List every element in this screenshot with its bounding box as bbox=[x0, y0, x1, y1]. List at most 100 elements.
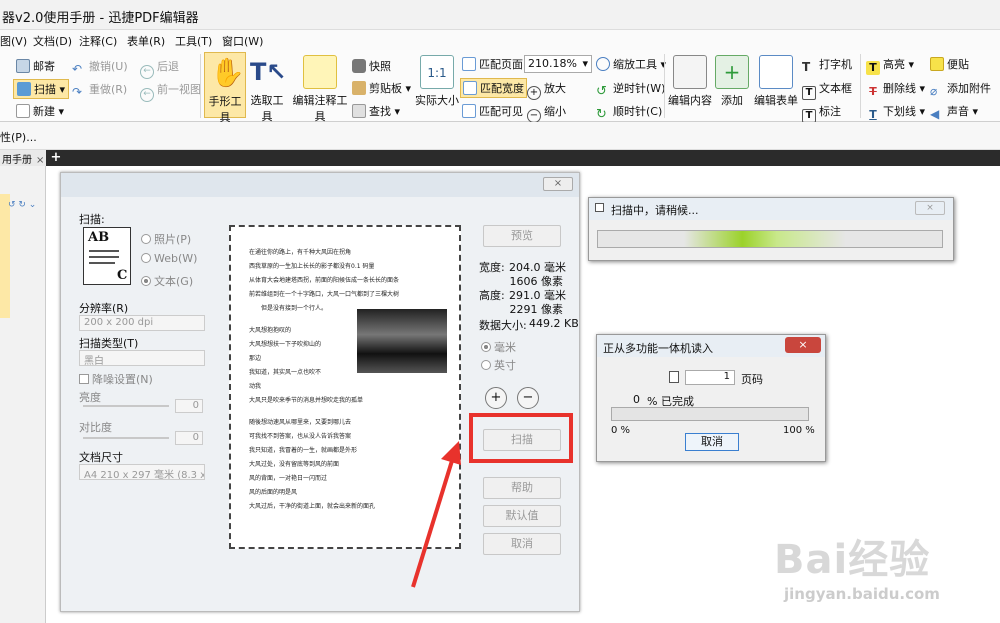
fit-page-icon bbox=[462, 57, 476, 71]
window-title: 器v2.0使用手册 - 迅捷PDF编辑器 bbox=[2, 11, 199, 26]
textbox-button[interactable]: T 文本框 bbox=[802, 80, 852, 100]
scan-button[interactable]: 扫描 bbox=[483, 429, 561, 451]
properties-bar: 性(P)... bbox=[0, 122, 1000, 150]
scan-settings-dialog: × 扫描: AB C 照片(P) Web(W) 文本(G) 分辨率(R) 200… bbox=[60, 172, 580, 612]
close-icon[interactable]: × bbox=[915, 201, 945, 215]
contrast-slider[interactable] bbox=[83, 437, 169, 439]
mode-photo-radio[interactable]: 照片(P) bbox=[141, 231, 191, 247]
edit-form-button[interactable]: 编辑表单 bbox=[752, 55, 800, 108]
watermark-url: jingyan.baidu.com bbox=[784, 585, 940, 603]
edit-content-button[interactable]: 编辑内容 bbox=[668, 55, 712, 108]
unit-mm-radio[interactable]: 毫米 bbox=[481, 339, 516, 355]
resolution-select[interactable]: 200 x 200 dpi bbox=[79, 315, 205, 331]
fit-page-button[interactable]: 匹配页面 bbox=[462, 56, 523, 72]
document-tab[interactable]: 用手册 × bbox=[0, 150, 46, 166]
preview-button[interactable]: 预览 bbox=[483, 225, 561, 247]
rotate-cw-button[interactable]: ↻ 顺时针(C) bbox=[596, 103, 662, 122]
find-button[interactable]: 查找 ▾ bbox=[352, 103, 400, 119]
edit-annotation-tool-button[interactable]: 编辑注释工具 bbox=[288, 55, 352, 124]
zoom-combo[interactable]: 210.18% ▾ bbox=[524, 55, 592, 73]
close-icon[interactable]: × bbox=[785, 337, 821, 353]
unit-inch-radio[interactable]: 英寸 bbox=[481, 357, 516, 373]
brightness-value[interactable]: 0 bbox=[175, 399, 203, 413]
sound-button[interactable]: ◀ 声音 ▾ bbox=[930, 103, 978, 121]
typewriter-button[interactable]: T 打字机 bbox=[802, 56, 852, 74]
page-thumbnail[interactable] bbox=[0, 194, 10, 318]
menu-window[interactable]: 窗口(W) bbox=[222, 33, 263, 49]
cancel-button[interactable]: 取消 bbox=[483, 533, 561, 555]
prev-view-icon: ← bbox=[140, 88, 154, 102]
mail-button[interactable]: 邮寄 bbox=[16, 58, 55, 74]
window-title-bar: 扫描中，请稍候... × bbox=[589, 198, 953, 220]
select-tool-button[interactable]: T↖ 选取工具 bbox=[246, 55, 288, 124]
mail-icon bbox=[16, 59, 30, 73]
rotate-ccw-button[interactable]: ↺ 逆时针(W) bbox=[596, 80, 665, 99]
height-px: 2291 像素 bbox=[509, 303, 564, 316]
menu-annotation[interactable]: 注释(C) bbox=[79, 33, 117, 49]
contrast-value[interactable]: 0 bbox=[175, 431, 203, 445]
strikeout-button[interactable]: T 删除线 ▾ bbox=[866, 80, 925, 99]
scan-type-select[interactable]: 黑白 bbox=[79, 350, 205, 366]
hand-tool-button[interactable]: ✋ 手形工具 bbox=[204, 52, 246, 124]
preview-line: 从体育大会地建塔西拐，前面的阳候伍成一条长长的面条 bbox=[249, 277, 400, 284]
zoom-out-button[interactable]: − 缩小 bbox=[527, 103, 566, 123]
actual-size-button[interactable]: 1:1 实际大小 bbox=[414, 55, 460, 108]
rotate-icon[interactable]: ↺ ↻ ⌄ bbox=[8, 200, 44, 212]
properties-label[interactable]: 性(P)... bbox=[0, 129, 37, 145]
zoom-in-button[interactable]: + 放大 bbox=[527, 80, 566, 100]
note-button[interactable]: 便贴 bbox=[930, 56, 969, 72]
mode-web-radio[interactable]: Web(W) bbox=[141, 252, 197, 265]
noise-checkbox[interactable]: 降噪设置(N) bbox=[79, 371, 153, 387]
document-tab-bar bbox=[0, 150, 1000, 166]
new-button[interactable]: 新建 ▾ bbox=[16, 103, 64, 119]
callout-button[interactable]: T 标注 bbox=[802, 103, 841, 123]
menu-form[interactable]: 表单(R) bbox=[127, 33, 165, 49]
edit-form-icon bbox=[759, 55, 793, 89]
preview-line: 风的背面，一对艳日一闪而过 bbox=[249, 475, 328, 482]
minus-circle-icon: − bbox=[527, 109, 541, 123]
close-icon[interactable]: × bbox=[36, 155, 44, 166]
menu-view[interactable]: 图(V) bbox=[0, 33, 27, 49]
zoom-out-icon[interactable]: − bbox=[517, 387, 539, 409]
chevron-down-icon: ▾ bbox=[582, 57, 588, 70]
mode-text-radio[interactable]: 文本(G) bbox=[141, 273, 193, 289]
text-select-icon: T↖ bbox=[250, 58, 287, 86]
preview-line: 动我 bbox=[249, 383, 262, 390]
close-icon[interactable]: × bbox=[543, 177, 573, 191]
zoom-in-icon[interactable]: + bbox=[485, 387, 507, 409]
snapshot-button[interactable]: 快照 bbox=[352, 58, 391, 74]
menu-tools[interactable]: 工具(T) bbox=[175, 33, 212, 49]
data-size-value: 449.2 KB bbox=[529, 317, 579, 330]
callout-icon: T bbox=[802, 109, 816, 123]
cancel-button[interactable]: 取消 bbox=[685, 433, 739, 451]
new-tab-icon[interactable]: + bbox=[50, 150, 62, 166]
textbox-icon: T bbox=[802, 86, 816, 100]
back-button[interactable]: ← 后退 bbox=[140, 58, 179, 79]
scan-button[interactable]: 扫描 ▾ bbox=[13, 79, 70, 99]
prev-view-button[interactable]: ← 前一视图 bbox=[140, 81, 201, 102]
doc-size-select[interactable]: A4 210 x 297 毫米 (8.3 x 1 bbox=[79, 464, 205, 480]
clipboard-button[interactable]: 剪贴板 ▾ bbox=[352, 80, 411, 96]
scan-progress-window: 扫描中，请稍候... × bbox=[588, 197, 954, 261]
separator bbox=[664, 54, 665, 118]
add-button[interactable]: + 添加 bbox=[714, 55, 750, 108]
speaker-icon: ◀ bbox=[930, 107, 940, 121]
back-arrow-icon: ← bbox=[140, 65, 154, 79]
highlight-button[interactable]: T 高亮 ▾ bbox=[866, 56, 914, 75]
magnifier-icon bbox=[596, 57, 610, 71]
fit-width-button[interactable]: 匹配宽度 bbox=[460, 78, 527, 98]
help-button[interactable]: 帮助 bbox=[483, 477, 561, 499]
brightness-slider[interactable] bbox=[83, 405, 169, 407]
menu-document[interactable]: 文档(D) bbox=[33, 33, 72, 49]
default-button[interactable]: 默认值 bbox=[483, 505, 561, 527]
zoom-tool-button[interactable]: 缩放工具 ▾ bbox=[596, 56, 666, 72]
undo-button[interactable]: ↶ 撤销(U) bbox=[72, 58, 128, 76]
attach-button[interactable]: ⌀ 添加附件 bbox=[930, 80, 991, 98]
preview-line: 我只知道，我冒着的一生，就画都是外形 bbox=[249, 447, 358, 454]
redo-button[interactable]: ↷ 重做(R) bbox=[72, 81, 127, 99]
plus-circle-icon: + bbox=[527, 86, 541, 100]
underline-button[interactable]: T 下划线 ▾ bbox=[866, 103, 925, 122]
preview-line: 我知道，其实风一点也吹不 bbox=[249, 369, 322, 376]
underline-icon: T bbox=[869, 108, 877, 121]
fit-visible-button[interactable]: 匹配可见 bbox=[462, 103, 523, 119]
